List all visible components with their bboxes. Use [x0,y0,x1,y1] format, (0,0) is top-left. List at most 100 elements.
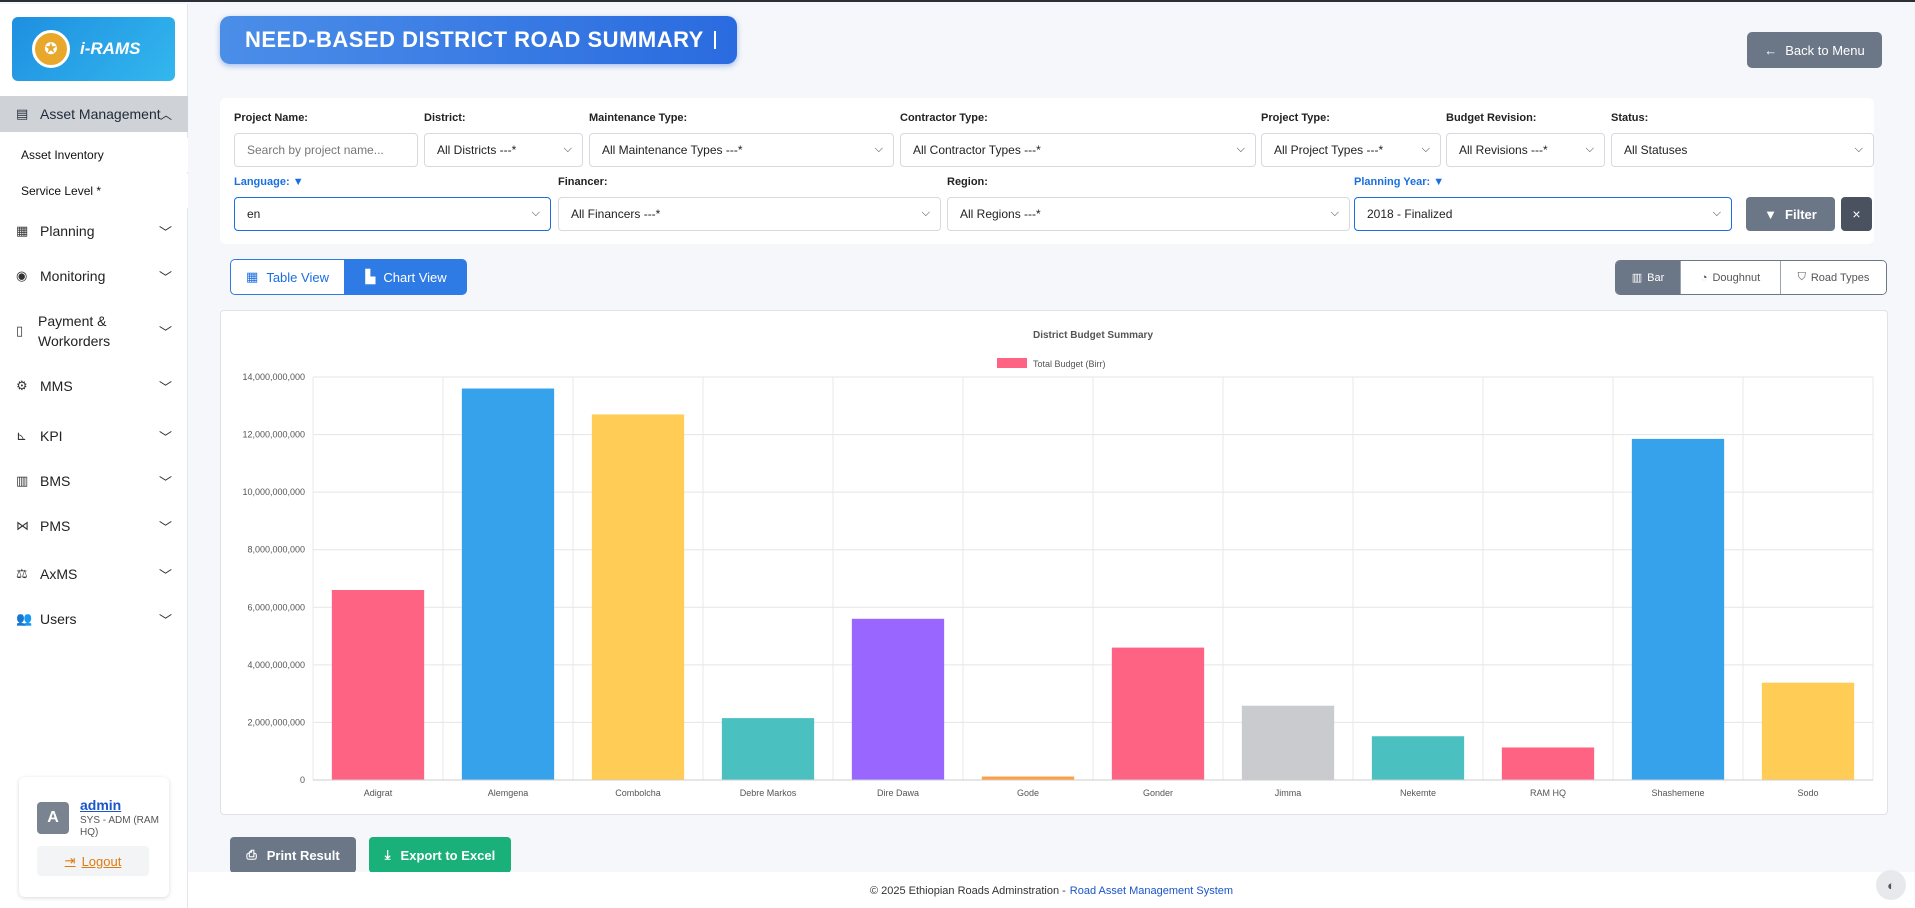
filter-panel: Project Name: Search by project name... … [220,98,1874,244]
sidebar-item-bms[interactable]: ▥ BMS ﹀ [0,469,188,493]
app-logo[interactable]: ✪ i-RAMS [12,17,175,81]
sidebar-item-service-level[interactable]: Service Level * [0,174,188,208]
user-name-link[interactable]: admin [80,797,121,813]
financer-label: Financer: [558,176,608,188]
logout-icon: ⇥ [64,853,76,868]
planning-year-select[interactable]: 2018 - Finalized ⌵ [1354,197,1732,231]
title-cursor [713,31,716,49]
region-value: All Regions ---* [960,207,1041,221]
doughnut-chart-button[interactable]: ◔ Doughnut [1681,261,1781,294]
footer-text: © 2025 Ethiopian Roads Adminstration - [869,885,1066,897]
theme-toggle-icon[interactable]: ◐ [1876,870,1906,900]
x-tick-label: Debre Markos [740,788,797,798]
chart-type-toggle: ▥ Bar ◔ Doughnut ⛉ Road Types [1615,260,1887,295]
project-name-label: Project Name: [234,112,308,124]
y-tick-label: 6,000,000,000 [247,602,305,612]
road-types-label: Road Types [1810,271,1870,284]
sidebar-item-mms[interactable]: ⚙ MMS ﹀ [0,374,188,398]
chevron-down-icon: ﹀ [158,269,172,285]
status-select[interactable]: All Statuses ⌵ [1611,133,1874,167]
gears-icon: ⚙ [16,378,28,393]
district-label: District: [424,112,466,124]
filter-label: Filter [1785,206,1817,222]
doughnut-label: Doughnut [1712,271,1761,284]
status-label: Status: [1611,112,1649,124]
sidebar-item-label: KPI [40,428,63,444]
district-select[interactable]: All Districts ---* ⌵ [424,133,583,167]
sidebar-item-monitoring[interactable]: ◉ Monitoring ﹀ [0,264,188,288]
maintenance-type-select[interactable]: All Maintenance Types ---* ⌵ [589,133,894,167]
bar [721,718,815,780]
bar [1111,647,1205,780]
sidebar-item-payment-workorders[interactable]: ▯ Payment & Workorders ﹀ [0,310,188,352]
maintenance-type-value: All Maintenance Types ---* [602,143,743,157]
contractor-type-select[interactable]: All Contractor Types ---* ⌵ [900,133,1256,167]
view-toggle: ▦ Table View ▙ Chart View [230,259,467,295]
sidebar-item-kpi[interactable]: ⊾ KPI ﹀ [0,424,188,448]
chevron-down-icon: ⌵ [1854,143,1863,155]
user-role: SYS - ADM (RAM HQ) [80,815,159,838]
sidebar-section-asset-management[interactable]: ▤ Asset Management ︿ [0,96,188,132]
sidebar-item-planning[interactable]: ▦ Planning ﹀ [0,219,188,243]
budget-revision-select[interactable]: All Revisions ---* ⌵ [1446,133,1605,167]
x-tick-label: Adigrat [364,788,393,798]
chevron-down-icon: ﹀ [158,612,172,628]
bar-label: Bar [1647,271,1665,284]
sidebar-item-label: Planning [40,223,95,239]
logout-button[interactable]: ⇥ Logout [37,846,149,876]
sidebar: ✪ i-RAMS ▤ Asset Management ︿ Asset Inve… [0,4,188,908]
bar [1631,438,1725,780]
filter-funnel-icon: ▼ [1433,176,1445,188]
export-excel-button[interactable]: ⤓ Export to Excel [369,837,511,873]
sidebar-item-pms[interactable]: ⋈ PMS ﹀ [0,514,188,538]
y-tick-label: 0 [300,775,305,785]
print-result-button[interactable]: ⎙ Print Result [230,837,356,873]
chart-card: District Budget Summary Total Budget (Bir… [220,310,1888,815]
bar-chart-icon: ▥ [1631,272,1643,284]
clear-filters-button[interactable]: × [1841,197,1872,231]
project-name-input[interactable]: Search by project name... [234,133,418,167]
region-select[interactable]: All Regions ---* ⌵ [947,197,1350,231]
sidebar-item-axms[interactable]: ⚖ AxMS ﹀ [0,562,188,586]
language-value: en [247,207,261,221]
project-name-placeholder: Search by project name... [247,143,384,157]
sidebar-item-asset-inventory[interactable]: Asset Inventory [0,138,188,172]
calendar-icon: ▦ [16,223,29,238]
language-select[interactable]: en ⌵ [234,197,551,231]
x-tick-label: Combolcha [615,788,661,798]
language-label: Language: ▼ [234,176,304,188]
project-type-select[interactable]: All Project Types ---* ⌵ [1261,133,1441,167]
sidebar-item-label: AxMS [40,566,78,582]
status-value: All Statuses [1624,143,1688,157]
y-tick-label: 10,000,000,000 [242,487,305,497]
table-icon: ▦ [246,269,259,284]
filter-button[interactable]: ▼ Filter [1746,197,1835,231]
chevron-up-icon: ︿ [159,107,172,122]
chevron-down-icon: ⌵ [563,143,572,155]
x-tick-label: RAM HQ [1530,788,1566,798]
bar [1501,747,1595,780]
bar [461,388,555,780]
footer-link[interactable]: Road Asset Management System [1070,885,1233,897]
page-title: NEED-BASED DISTRICT ROAD SUMMARY [245,27,704,52]
chart-view-label: Chart View [383,269,447,285]
footer: © 2025 Ethiopian Roads Adminstration - R… [188,872,1915,908]
financer-select[interactable]: All Financers ---* ⌵ [558,197,941,231]
district-value: All Districts ---* [437,143,517,157]
bar-chart-button[interactable]: ▥ Bar [1616,261,1681,294]
table-view-button[interactable]: ▦ Table View [230,259,345,295]
road-types-button[interactable]: ⛉ Road Types [1781,261,1886,294]
chart-view-button[interactable]: ▙ Chart View [345,259,467,295]
user-card: A admin SYS - ADM (RAM HQ) ⇥ Logout [19,777,169,897]
chevron-down-icon: ﹀ [158,519,172,535]
bar [331,590,425,780]
sidebar-item-users[interactable]: 👥 Users ﹀ [0,607,188,631]
maintenance-type-label: Maintenance Type: [589,112,688,124]
budget-revision-label: Budget Revision: [1446,112,1537,124]
chevron-down-icon: ﹀ [158,567,172,583]
x-tick-label: Jimma [1275,788,1302,798]
scale-icon: ⚖ [16,566,28,581]
chevron-down-icon: ⌵ [1421,143,1430,155]
chevron-down-icon: ⌵ [874,143,883,155]
back-to-menu-button[interactable]: ← Back to Menu [1747,32,1882,68]
